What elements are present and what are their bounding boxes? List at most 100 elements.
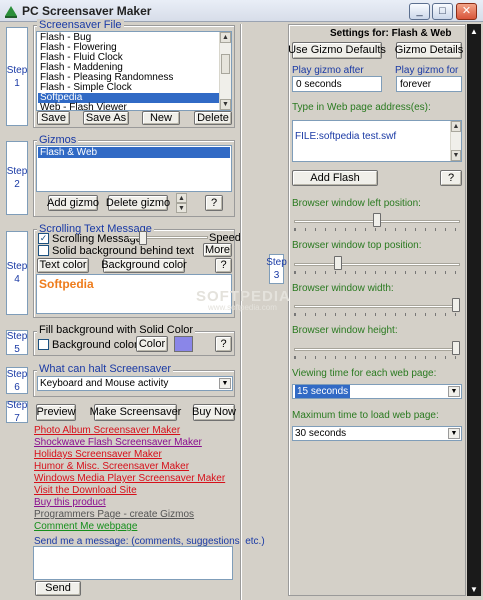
preview-text: Softpedia — [39, 277, 94, 291]
scroll-up-icon[interactable]: ▲ — [469, 26, 479, 36]
background-color-checkbox[interactable] — [38, 339, 49, 350]
maximize-button[interactable]: □ — [432, 3, 453, 20]
left-slider-thumb[interactable] — [373, 213, 381, 227]
speed-slider-thumb[interactable] — [139, 231, 147, 245]
background-color-label: Background color — [52, 339, 138, 351]
viewing-time-select[interactable]: 15 seconds ▼ — [292, 384, 462, 399]
top-position-slider[interactable] — [294, 256, 460, 274]
gizmos-list[interactable]: Flash & Web — [36, 145, 232, 192]
minimize-button[interactable]: _ — [409, 3, 430, 20]
fill-background-title: Fill background with Solid Color — [37, 324, 196, 336]
make-screensaver-button[interactable]: Make Screensaver — [90, 404, 181, 421]
scroll-up-icon[interactable]: ▲ — [451, 121, 461, 132]
step-6-label: Step 6 — [6, 367, 28, 394]
width-slider-track — [294, 305, 460, 308]
halt-title: What can halt Screensaver — [37, 363, 174, 375]
play-after-label: Play gizmo after — [292, 65, 364, 76]
settings-scrollbar[interactable]: ▲ ▼ — [467, 24, 481, 596]
add-gizmo-button[interactable]: Add gizmo — [47, 195, 99, 211]
height-slider[interactable] — [294, 341, 460, 359]
solid-background-label: Solid background behind text — [52, 245, 194, 257]
gizmo-help-button[interactable]: ? — [205, 195, 223, 211]
gizmo-order-spinner[interactable]: ▲ ▼ — [176, 193, 187, 213]
save-button[interactable]: Save — [37, 111, 70, 125]
height-label: Browser window height: — [292, 325, 398, 336]
link-item[interactable]: Visit the Download Site — [34, 485, 234, 497]
step-2-label: Step 2 — [6, 141, 28, 215]
links-list: Photo Album Screensaver Maker Shockwave F… — [34, 425, 234, 533]
top-slider-track — [294, 263, 460, 266]
color-button[interactable]: Color — [136, 336, 168, 352]
link-item[interactable]: Comment Me webpage — [34, 521, 234, 533]
max-load-value: 30 seconds — [295, 428, 347, 439]
settings-help-button[interactable]: ? — [440, 170, 462, 186]
chevron-down-icon[interactable]: ▼ — [219, 378, 231, 389]
fill-background-help-button[interactable]: ? — [215, 336, 232, 352]
gizmo-item[interactable]: Flash & Web — [38, 147, 230, 158]
width-slider-thumb[interactable] — [452, 298, 460, 312]
link-item[interactable]: Shockwave Flash Screensaver Maker — [34, 437, 234, 449]
panel-divider — [240, 24, 241, 600]
link-item[interactable]: Buy this product — [34, 497, 234, 509]
delete-button[interactable]: Delete — [194, 111, 232, 125]
link-item[interactable]: Programmers Page - create Gizmos — [34, 509, 234, 521]
scroll-up-icon[interactable]: ▲ — [220, 32, 231, 43]
scroll-down-icon[interactable]: ▼ — [469, 584, 479, 594]
send-button[interactable]: Send — [35, 581, 81, 596]
height-slider-ticks — [294, 356, 460, 359]
settings-title: Settings for: Flash & Web — [330, 28, 452, 39]
play-after-field[interactable]: 0 seconds — [292, 76, 382, 92]
gizmo-details-button[interactable]: Gizmo Details — [395, 42, 463, 59]
address-textarea[interactable]: FILE:softpedia test.swf ▲ ▼ — [292, 120, 462, 162]
step-3-label: Step 3 — [266, 254, 287, 284]
height-slider-track — [294, 348, 460, 351]
add-flash-button[interactable]: Add Flash — [292, 170, 378, 186]
delete-gizmo-button[interactable]: Delete gizmo — [106, 195, 170, 211]
message-textarea[interactable] — [33, 546, 233, 580]
step-5-label: Step 5 — [6, 330, 28, 355]
screensaver-file-list[interactable]: Flash - Bug Flash - Flowering Flash - Flui… — [36, 31, 232, 111]
step-7-label: Step 7 — [6, 400, 28, 424]
top-position-label: Browser window top position: — [292, 240, 422, 251]
buy-now-button[interactable]: Buy Now — [192, 404, 236, 421]
chevron-down-icon[interactable]: ▼ — [448, 428, 460, 439]
viewing-time-value: 15 seconds — [295, 385, 351, 398]
left-position-slider[interactable] — [294, 213, 460, 231]
scroll-thumb[interactable] — [221, 54, 230, 74]
top-slider-thumb[interactable] — [334, 256, 342, 270]
move-down-icon[interactable]: ▼ — [176, 203, 187, 213]
halt-select[interactable]: Keyboard and Mouse activity ▼ — [37, 376, 233, 391]
background-color-swatch[interactable] — [174, 336, 193, 352]
close-button[interactable]: ✕ — [456, 3, 477, 20]
left-position-label: Browser window left position: — [292, 198, 421, 209]
link-item[interactable]: Windows Media Player Screensaver Maker — [34, 473, 234, 485]
height-slider-thumb[interactable] — [452, 341, 460, 355]
move-up-icon[interactable]: ▲ — [176, 193, 187, 203]
watermark-url: www.softpedia.com — [208, 303, 277, 312]
more-button[interactable]: More — [203, 243, 232, 257]
viewing-time-label: Viewing time for each web page: — [292, 368, 437, 379]
background-color-button[interactable]: Background color — [101, 258, 187, 273]
solid-background-checkbox[interactable] — [38, 245, 49, 256]
save-as-button[interactable]: Save As — [83, 111, 129, 125]
width-slider[interactable] — [294, 298, 460, 316]
window-title: PC Screensaver Maker — [22, 4, 152, 18]
scrolling-message-checkbox[interactable]: ✓ — [38, 233, 49, 244]
scrolling-text-help-button[interactable]: ? — [215, 258, 232, 273]
play-for-field[interactable]: forever — [396, 76, 462, 92]
link-item[interactable]: Holidays Screensaver Maker — [34, 449, 234, 461]
scroll-down-icon[interactable]: ▼ — [220, 99, 231, 110]
address-scrollbar[interactable]: ▲ ▼ — [450, 121, 461, 161]
link-item[interactable]: Photo Album Screensaver Maker — [34, 425, 234, 437]
preview-button[interactable]: Preview — [36, 404, 76, 421]
play-for-label: Play gizmo for — [395, 65, 459, 76]
chevron-down-icon[interactable]: ▼ — [448, 386, 460, 397]
new-button[interactable]: New — [142, 111, 180, 125]
use-gizmo-defaults-button[interactable]: Use Gizmo Defaults — [288, 42, 386, 59]
file-list-scrollbar[interactable]: ▲ ▼ — [219, 32, 231, 110]
scroll-down-icon[interactable]: ▼ — [451, 150, 461, 161]
max-load-select[interactable]: 30 seconds ▼ — [292, 426, 462, 441]
file-list-item[interactable]: Web - Flash Viewer — [38, 103, 219, 111]
link-item[interactable]: Humor & Misc. Screensaver Maker — [34, 461, 234, 473]
text-color-button[interactable]: Text color — [37, 258, 89, 273]
